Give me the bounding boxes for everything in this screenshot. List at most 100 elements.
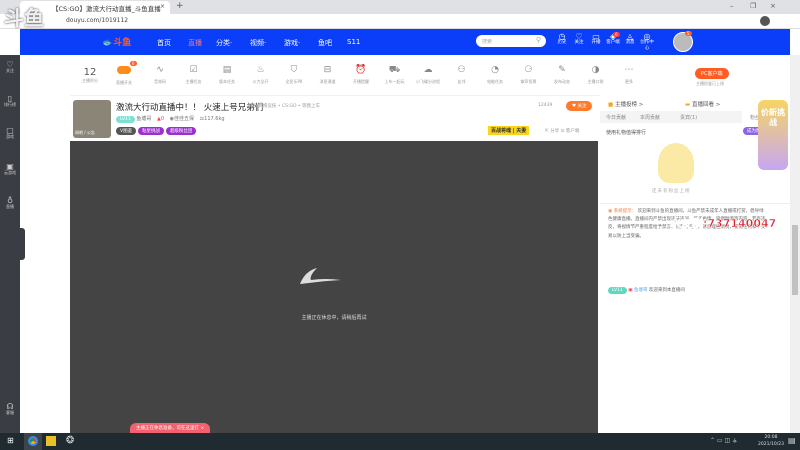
tool-button[interactable]: ☑ 主播任务	[180, 64, 208, 88]
share-button[interactable]: 分享	[550, 129, 559, 134]
obs-taskbar-icon[interactable]: ❂	[66, 435, 74, 446]
system-tray-icons[interactable]: ⌃ ▭ ◫ ⚶	[710, 437, 737, 444]
top-bulb-button[interactable]: ◎ 创作中心	[639, 33, 655, 52]
video-status: 主播正在休息中，请稍后再试	[301, 315, 367, 321]
tool-button[interactable]: ☁ 小飞碟分进程	[414, 64, 442, 88]
tool-button[interactable]: ⋯ 更多	[615, 64, 643, 88]
tool-label: 小飞碟分进程	[416, 79, 440, 84]
douyu-logo[interactable]: 🐟斗鱼	[102, 35, 131, 48]
anchor-name[interactable]: 鱼塘哥	[136, 116, 151, 122]
tab-week[interactable]: 本周贡献	[640, 114, 660, 121]
promo-challenge-banner[interactable]: 价新挑战	[758, 100, 788, 170]
url-text[interactable]: douyu.com/1019112	[66, 17, 128, 24]
sidebar-item-live[interactable]: ♁ 直播	[0, 197, 20, 210]
pc-note: 主播投鉴已上线	[696, 81, 724, 86]
follow-button[interactable]: ♥ 关注	[566, 101, 593, 111]
avatar-caption: 网吧 / 公告	[75, 130, 95, 135]
tool-icon: ⛟	[388, 65, 401, 75]
tag-star-challenge[interactable]: 粘星挑战	[138, 127, 165, 135]
live-switch-toggle[interactable]	[117, 66, 131, 74]
new-tab-icon[interactable]: +	[176, 1, 184, 11]
close-window-icon[interactable]: ×	[770, 2, 776, 10]
top-clock-button[interactable]: ◷ 历史	[554, 33, 570, 46]
profile-avatar[interactable]	[760, 16, 770, 26]
tab-close-icon[interactable]: ×	[160, 3, 165, 10]
tool-button[interactable]: ◔ 电能任务	[481, 64, 509, 88]
tool-button[interactable]: ⛟ 上车一起玩	[381, 64, 409, 88]
sidebar-item-game[interactable]: ▢ 游戏	[0, 127, 20, 140]
sidebar-label: 云游戏	[4, 170, 16, 175]
sidebar-item-heart[interactable]: ♡ 关注	[0, 61, 20, 74]
nav-yuba[interactable]: 鱼吧	[318, 38, 332, 48]
top-bell-button[interactable]: ◬ 消息	[622, 33, 638, 46]
welcome-message: LV11 ▣ 鱼塘哥 欢迎来到本直播间	[608, 287, 685, 294]
search-placeholder: 搜索	[482, 39, 493, 45]
sidebar-item-cloud-game[interactable]: ▣ 云游戏	[0, 163, 20, 176]
anchor-rank-link[interactable]: ■ 主播投榜 >	[608, 100, 643, 108]
tool-icon: ☑	[189, 65, 198, 75]
windows-start-icon[interactable]: ⊞	[7, 436, 14, 445]
screenshot-button[interactable]: 客户端	[566, 129, 580, 134]
app-taskbar-icon[interactable]	[46, 436, 56, 446]
tool-button[interactable]: ∿ 音效码	[146, 64, 174, 88]
sidebar-label: 关注	[6, 68, 14, 73]
tool-button[interactable]: ♨ 火力全开	[247, 64, 275, 88]
video-player[interactable]: 主播正在休息中，请稍后再试	[70, 141, 598, 433]
tool-icon: ⚇	[457, 65, 466, 75]
tool-label: 更多	[625, 79, 633, 84]
report-link[interactable]: 举报	[248, 104, 257, 109]
hot-value: 0	[160, 116, 165, 122]
tool-button[interactable]: ⚇ 友邻	[448, 64, 476, 88]
tag-super-fans[interactable]: 超级粉丝团	[165, 127, 197, 135]
notification-icon[interactable]: ▤	[788, 436, 796, 445]
chrome-taskbar-icon[interactable]	[24, 433, 42, 450]
toast-notice[interactable]: 主播正在休息准备，可在这里打 ×	[130, 423, 211, 433]
douyu-fish-loading-icon	[300, 268, 341, 284]
nav-live[interactable]: 直播	[188, 38, 202, 48]
tool-button[interactable]: ▤ 版本任务	[213, 64, 241, 88]
search-input[interactable]: 搜索 ⚲	[476, 35, 546, 47]
nav-category[interactable]: 分类·	[216, 38, 232, 48]
tool-button[interactable]: ◑ 主播口袋	[582, 64, 610, 88]
top-camera-button[interactable]: ▭ 开播	[588, 33, 604, 46]
pc-client-button[interactable]: PC客户端	[695, 68, 729, 79]
tool-button[interactable]: ⚆ 掌声投票	[515, 64, 543, 88]
switch-badge: 6	[130, 61, 137, 66]
nav-games[interactable]: 游戏·	[284, 38, 300, 48]
toast-close-icon[interactable]: ×	[200, 426, 204, 431]
maximize-icon[interactable]: ❐	[750, 2, 756, 10]
nav-video[interactable]: 视频·	[250, 38, 266, 48]
room-title: 激流大行动直播中！！ 火速上号兄弟们	[116, 103, 264, 113]
sidebar-item-service[interactable]: ☊ 客服	[0, 403, 20, 416]
follow-count: 12439	[538, 103, 553, 108]
avatar-badge: 5	[685, 31, 692, 36]
nav-s11[interactable]: S11	[347, 38, 360, 46]
tool-button[interactable]: ⏰ 开播提醒	[347, 64, 375, 88]
banner-badge[interactable]: 百战将魂 | 夫妻	[488, 126, 530, 135]
search-icon[interactable]: ⚲	[536, 36, 541, 44]
score-value: 12	[83, 67, 97, 78]
sidebar-collapse-handle[interactable]	[20, 228, 25, 260]
tag-v-badge[interactable]: V图鉴	[116, 127, 137, 135]
tool-icon: ⛉	[290, 65, 298, 75]
clock[interactable]: 20:08 2021/10/23	[758, 434, 784, 448]
client-badge: 6	[613, 32, 620, 37]
replay-link[interactable]: ▬ 直播回看 >	[685, 100, 720, 108]
tab-today[interactable]: 今日贡献	[606, 114, 626, 121]
left-sidebar	[0, 55, 20, 433]
tab-vip[interactable]: 贵宾(1)	[680, 114, 697, 121]
tool-icon: ◑	[591, 65, 600, 75]
top-heart-button[interactable]: ♡ 关注	[571, 33, 587, 46]
nav-home[interactable]: 首页	[157, 38, 171, 48]
tool-button[interactable]: ✎ 发布动态	[548, 64, 576, 88]
sidebar-item-rank[interactable]: ▯ 排行榜	[0, 95, 20, 108]
room-category[interactable]: 网络竞技 • CS:GO • 等我上车	[258, 104, 320, 109]
sidebar-label: 排行榜	[4, 102, 16, 107]
tool-button[interactable]: ⊟ 消息通道	[314, 64, 342, 88]
anchor-avatar[interactable]: 网吧 / 公告	[73, 100, 111, 138]
page-scrollbar[interactable]	[790, 55, 800, 433]
tool-button[interactable]: ⛉ 全民乐PK	[280, 64, 308, 88]
tool-icon: ☁	[423, 65, 433, 75]
tool-label: 主播口袋	[587, 79, 604, 84]
minimize-icon[interactable]: –	[730, 2, 734, 10]
